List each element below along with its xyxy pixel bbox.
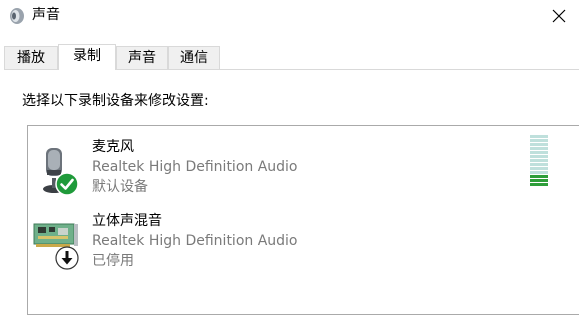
instruction-text: 选择以下录制设备来修改设置: bbox=[22, 93, 209, 109]
device-driver: Realtek High Definition Audio bbox=[92, 233, 298, 249]
level-meter-segment bbox=[530, 151, 548, 154]
title-bar: 声音 bbox=[0, 0, 579, 32]
device-name: 麦克风 bbox=[92, 139, 134, 155]
close-button[interactable] bbox=[540, 0, 579, 32]
level-meter-segment bbox=[530, 139, 548, 142]
level-meter-segment bbox=[530, 175, 548, 178]
level-meter-segment bbox=[530, 135, 548, 138]
level-meter-segment bbox=[530, 147, 548, 150]
device-list[interactable]: 麦克风 Realtek High Definition Audio 默认设备 立 bbox=[27, 125, 579, 315]
level-meter-segment bbox=[530, 183, 548, 186]
tab-strip: 播放 录制 声音 通信 bbox=[0, 44, 579, 70]
close-icon bbox=[552, 9, 566, 23]
level-meter-segment bbox=[530, 171, 548, 174]
window-title: 声音 bbox=[32, 7, 60, 23]
level-meter-segment bbox=[530, 143, 548, 146]
device-status: 已停用 bbox=[92, 253, 134, 269]
device-item-microphone[interactable]: 麦克风 Realtek High Definition Audio 默认设备 bbox=[28, 128, 528, 198]
disabled-badge-icon bbox=[55, 246, 79, 270]
level-meter-segment bbox=[530, 155, 548, 158]
tab-communications[interactable]: 通信 bbox=[168, 46, 220, 69]
speaker-icon bbox=[8, 7, 26, 25]
tab-sounds[interactable]: 声音 bbox=[116, 46, 168, 69]
check-badge-icon bbox=[55, 172, 79, 196]
device-name: 立体声混音 bbox=[92, 213, 162, 229]
level-meter-segment bbox=[530, 167, 548, 170]
tab-recording[interactable]: 录制 bbox=[58, 44, 116, 70]
level-meter-segment bbox=[530, 179, 548, 182]
level-meter-segment bbox=[530, 163, 548, 166]
device-status: 默认设备 bbox=[92, 179, 148, 195]
tab-playback[interactable]: 播放 bbox=[4, 46, 58, 69]
level-meter bbox=[530, 135, 548, 187]
device-driver: Realtek High Definition Audio bbox=[92, 159, 298, 175]
device-item-stereo-mix[interactable]: 立体声混音 Realtek High Definition Audio 已停用 bbox=[28, 202, 528, 272]
level-meter-segment bbox=[530, 159, 548, 162]
